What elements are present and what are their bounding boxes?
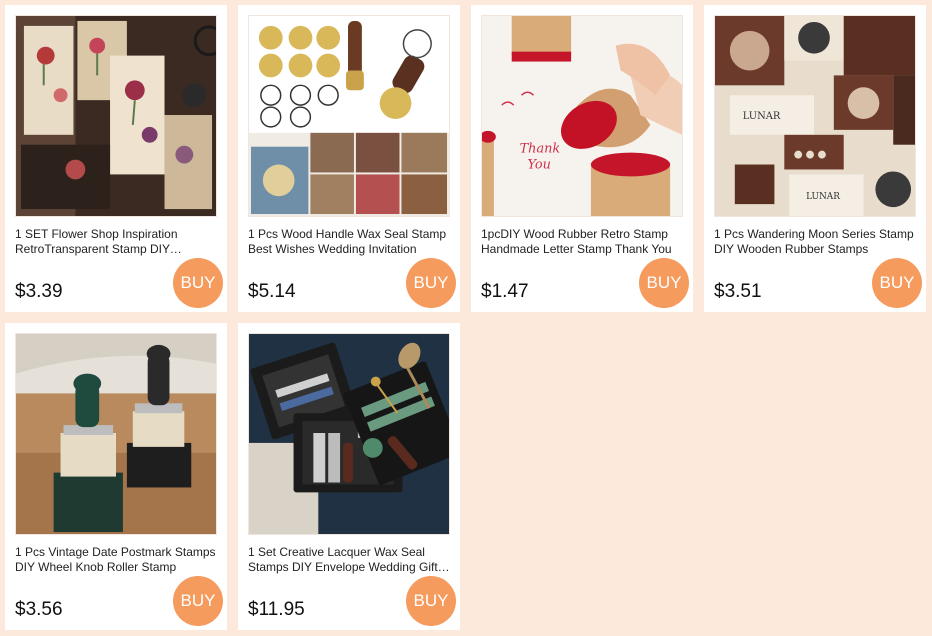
svg-text:LUNAR: LUNAR: [806, 192, 840, 202]
buy-button[interactable]: BUY: [173, 576, 223, 626]
product-card[interactable]: 1 SET Flower Shop Inspiration RetroTrans…: [5, 5, 227, 312]
product-card[interactable]: 1 Set Creative Lacquer Wax Seal Stamps D…: [238, 323, 460, 630]
product-price: $3.39: [15, 281, 63, 302]
product-image[interactable]: Thank You: [481, 15, 683, 217]
product-title[interactable]: 1pcDIY Wood Rubber Retro Stamp Handmade …: [481, 227, 683, 257]
buy-button[interactable]: BUY: [173, 258, 223, 308]
product-price: $3.51: [714, 281, 762, 302]
product-price: $3.56: [15, 599, 63, 620]
buy-button[interactable]: BUY: [872, 258, 922, 308]
product-title[interactable]: 1 SET Flower Shop Inspiration RetroTrans…: [15, 227, 217, 257]
product-card[interactable]: LUNAR LUNAR 1 Pcs Wandering Moon Series …: [704, 5, 926, 312]
product-card[interactable]: 1 Pcs Vintage Date Postmark Stamps DIY W…: [5, 323, 227, 630]
product-card[interactable]: 1 Pcs Wood Handle Wax Seal Stamp Best Wi…: [238, 5, 460, 312]
svg-text:Thank: Thank: [520, 142, 561, 157]
product-price: $11.95: [248, 599, 305, 620]
product-price: $1.47: [481, 281, 529, 302]
product-image[interactable]: [248, 15, 450, 217]
svg-text:LUNAR: LUNAR: [743, 111, 781, 122]
product-price: $5.14: [248, 281, 296, 302]
buy-button[interactable]: BUY: [406, 258, 456, 308]
product-image[interactable]: LUNAR LUNAR: [714, 15, 916, 217]
product-title[interactable]: 1 Set Creative Lacquer Wax Seal Stamps D…: [248, 545, 450, 575]
product-title[interactable]: 1 Pcs Vintage Date Postmark Stamps DIY W…: [15, 545, 217, 575]
product-card[interactable]: Thank You 1pcDIY Wood Rubber Retro Stamp…: [471, 5, 693, 312]
svg-text:You: You: [528, 157, 551, 172]
buy-button[interactable]: BUY: [406, 576, 456, 626]
product-title[interactable]: 1 Pcs Wandering Moon Series Stamp DIY Wo…: [714, 227, 916, 257]
product-image[interactable]: [248, 333, 450, 535]
product-image[interactable]: [15, 15, 217, 217]
buy-button[interactable]: BUY: [639, 258, 689, 308]
product-image[interactable]: [15, 333, 217, 535]
product-title[interactable]: 1 Pcs Wood Handle Wax Seal Stamp Best Wi…: [248, 227, 450, 257]
